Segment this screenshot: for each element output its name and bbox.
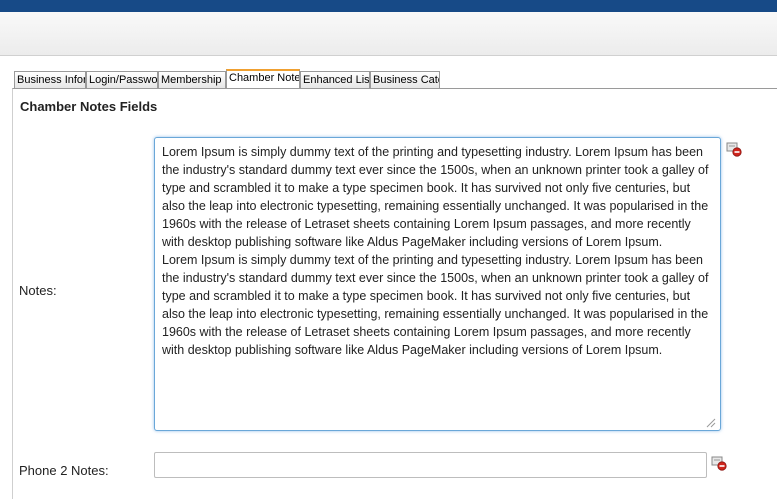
tab-strip: Business Infor Login/Passwor Membership … (14, 69, 440, 88)
tab-enhanced-listing[interactable]: Enhanced Listi (300, 71, 370, 88)
tab-chamber-notes[interactable]: Chamber Notes (226, 69, 300, 88)
delete-field-icon[interactable] (726, 141, 742, 157)
tab-business-categories[interactable]: Business Categ (370, 71, 440, 88)
notes-textarea[interactable]: Lorem Ipsum is simply dummy text of the … (154, 137, 721, 431)
resize-grip-icon[interactable] (706, 418, 716, 428)
toolbar-area (0, 12, 777, 56)
notes-label: Notes: (19, 283, 57, 298)
tab-business-information[interactable]: Business Infor (14, 71, 86, 88)
phone2-notes-label: Phone 2 Notes: (19, 463, 109, 478)
tab-membership[interactable]: Membership (158, 71, 226, 88)
phone2-notes-input[interactable] (154, 452, 707, 478)
section-title: Chamber Notes Fields (20, 99, 158, 114)
app-header-bar (0, 0, 777, 12)
delete-field-icon[interactable] (711, 455, 727, 471)
tab-login-password[interactable]: Login/Passwor (86, 71, 158, 88)
